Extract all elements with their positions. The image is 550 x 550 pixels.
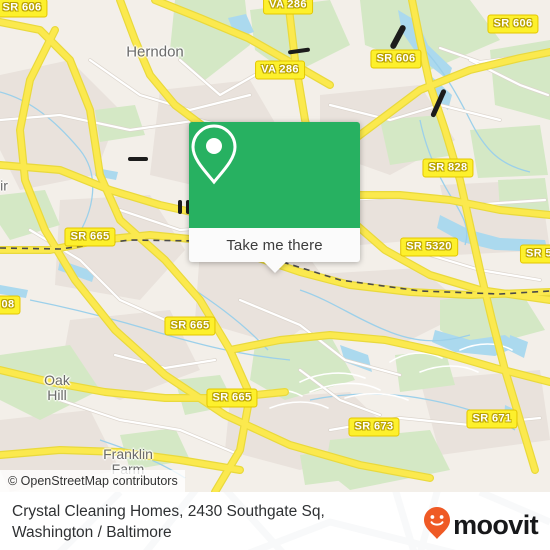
place-label: Oak Hill [44,372,70,403]
map-attribution[interactable]: © OpenStreetMap contributors [0,470,185,492]
place-label: Herndon [126,43,184,61]
location-popup[interactable]: Take me there [189,122,360,273]
road-shield: SR 828 [422,158,474,178]
map-canvas[interactable]: .w { fill:#abd9ee; } .wl { stroke:#9cd0e… [0,0,550,492]
road-shield: SR 665 [64,227,116,247]
road-shield: SR 606 [0,0,48,18]
road-shield: SR 5 [519,244,550,264]
road-shield: 08 [0,295,21,315]
popup-body[interactable]: Take me there [189,228,360,273]
location-title: Crystal Cleaning Homes, 2430 Southgate S… [12,503,325,541]
map-screenshot: .w { fill:#abd9ee; } .wl { stroke:#9cd0e… [0,0,550,550]
footer-bar: Crystal Cleaning Homes, 2430 Southgate S… [0,492,550,550]
road-shield: SR 665 [206,388,258,408]
road-shield: SR 665 [164,316,216,336]
take-me-there-label: Take me there [226,236,323,254]
popup-tail-icon [263,262,286,273]
popup-header [189,122,360,228]
road-shield: SR 671 [466,409,518,429]
road-shield: SR 606 [370,49,422,69]
moovit-wordmark: moovit [453,510,539,540]
road-shield: SR 673 [348,417,400,437]
road-shield: VA 286 [255,60,305,80]
place-label: ir [0,177,8,194]
road-shield: SR 606 [487,14,539,34]
moovit-smiley-pin-icon [423,506,451,545]
moovit-logo[interactable]: moovit [423,506,539,545]
road-shield: VA 286 [263,0,313,15]
road-shield: SR 5320 [400,237,458,257]
